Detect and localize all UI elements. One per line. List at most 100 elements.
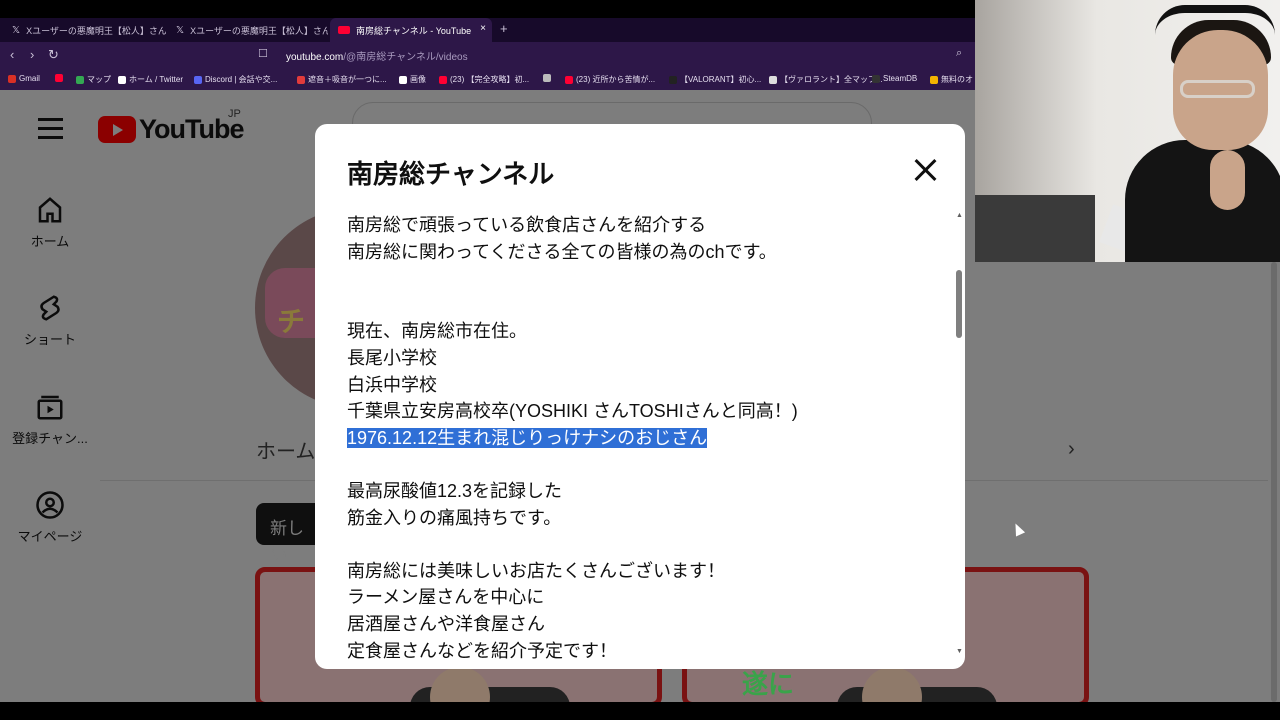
page-scrollbar[interactable] xyxy=(1268,262,1280,702)
close-tab-icon[interactable]: × xyxy=(480,23,486,34)
description-line xyxy=(347,531,927,558)
bookmark-item[interactable] xyxy=(543,74,554,82)
scroll-down-icon[interactable]: ▼ xyxy=(956,648,963,655)
subscriptions-icon xyxy=(37,395,63,420)
bookmark-favicon-icon xyxy=(8,74,16,83)
thumb-face xyxy=(430,667,490,702)
bookmark-item[interactable]: (23) 近所から苦情が... xyxy=(565,74,655,85)
bookmark-label: Gmail xyxy=(19,74,40,83)
sidebar-item-label: ショート xyxy=(23,332,76,347)
bookmark-favicon-icon xyxy=(55,74,63,82)
tab-label: Xユーザーの悪魔明王【松人】さん「https xyxy=(190,25,328,36)
dialog-scrollbar[interactable]: ▲ ▼ xyxy=(955,212,963,657)
description-line: 南房総には美味しいお店たくさんございます！ xyxy=(347,558,927,585)
bookmarks-bar: Gmail マップ ホーム / Twitter Discord | 会話や交... 遮音… xyxy=(0,70,975,90)
url-host: youtube.com xyxy=(286,52,344,63)
close-icon[interactable] xyxy=(909,154,941,186)
bookmark-favicon-icon xyxy=(669,75,677,84)
bookmark-item[interactable]: 無料のオ xyxy=(930,74,973,85)
description-line xyxy=(347,265,927,292)
reload-icon[interactable]: ↻ xyxy=(48,47,59,63)
bookmark-item[interactable]: SteamDB xyxy=(872,74,917,83)
bookmark-favicon-icon xyxy=(194,75,202,84)
scroll-thumb[interactable] xyxy=(956,270,962,338)
x-icon: 𝕏 xyxy=(12,24,21,36)
description-line: 定食屋さんなどを紹介予定です！ xyxy=(347,638,927,663)
description-text: 長尾小学校 xyxy=(347,347,437,368)
bookmark-item[interactable]: 【ヴァロラント】全マップ... xyxy=(769,74,883,85)
shorts-icon xyxy=(40,295,60,321)
home-icon xyxy=(38,197,62,223)
browser-tab-active[interactable]: 南房総チャンネル - YouTube × xyxy=(330,18,492,42)
sidebar-item-shorts[interactable]: ショート xyxy=(0,293,100,349)
sidebar-item-home[interactable]: ホーム xyxy=(0,195,100,251)
description-line: 長尾小学校 xyxy=(347,345,927,372)
address-bar[interactable]: youtube.com/@南房総チャンネル/videos xyxy=(286,48,468,63)
new-tab-button[interactable]: + xyxy=(500,21,508,36)
bookmark-label: ホーム / Twitter xyxy=(129,75,183,84)
sidebar-item-label: マイページ xyxy=(17,529,83,544)
chip-label: 新しい xyxy=(270,519,304,563)
description-text: 南房総に関わってくださる全ての皆様の為のchです。 xyxy=(347,241,777,262)
browser-tab[interactable]: 𝕏 Xユーザーの悪魔明王【松人】さん「https xyxy=(168,18,328,42)
scroll-up-icon[interactable]: ▲ xyxy=(956,212,963,219)
browser-tab[interactable]: 𝕏 Xユーザーの悪魔明王【松人】さん「https xyxy=(4,18,166,42)
browser-toolbar: ‹ › ↻ ☐ youtube.com/@南房総チャンネル/videos ⌕ xyxy=(0,42,975,70)
you-icon xyxy=(36,491,64,519)
glasses xyxy=(1180,80,1255,98)
sidebar-item-you[interactable]: マイページ xyxy=(0,490,100,546)
forward-icon[interactable]: › xyxy=(30,47,34,62)
bookmark-favicon-icon xyxy=(543,74,551,82)
bookmark-label: 画像 xyxy=(410,75,426,84)
youtube-play-icon xyxy=(98,116,136,143)
bookmark-favicon-icon xyxy=(565,75,573,84)
bookmark-label: 遮音＋吸音が一つに... xyxy=(308,75,387,84)
description-text: 南房総には美味しいお店たくさんございます！ xyxy=(347,560,725,581)
bookmark-item[interactable]: (23) 【完全攻略】初... xyxy=(439,74,529,85)
tab-home[interactable]: ホーム xyxy=(256,435,315,464)
bookmark-label: 【ヴァロラント】全マップ... xyxy=(780,75,883,84)
about-dialog: 南房総チャンネル 南房総で頑張っている飲食店さんを紹介する 南房総に関わってくださ… xyxy=(315,124,965,669)
thumb-text: 遂に xyxy=(742,669,795,699)
description-text: 定食屋さんなどを紹介予定です！ xyxy=(347,640,617,661)
thumb-face xyxy=(862,667,922,702)
description-text: 1976.12.12生まれ混じりっけナシのおじさん xyxy=(347,427,708,448)
sidebar-item-label: ホーム xyxy=(30,234,70,249)
menu-icon[interactable] xyxy=(38,118,63,145)
description-line: 南房総で頑張っている飲食店さんを紹介する xyxy=(347,212,927,239)
region-label: JP xyxy=(228,108,241,120)
bookmark-item[interactable]: ホーム / Twitter xyxy=(118,74,183,85)
sidebar-item-subscriptions[interactable]: 登録チャン... xyxy=(0,392,100,448)
bookmark-item[interactable]: Gmail xyxy=(8,74,40,83)
back-icon[interactable]: ‹ xyxy=(10,47,14,62)
description-text: ラーメン屋さんを中心に xyxy=(347,587,545,608)
bookmark-favicon-icon xyxy=(769,75,777,84)
description-text: 筋金入りの痛風持ちです。 xyxy=(347,507,562,528)
bookmark-item[interactable]: 【VALORANT】初心... xyxy=(669,74,761,85)
description-line: 白浜中学校 xyxy=(347,372,927,399)
bookmark-item[interactable]: Discord | 会話や交... xyxy=(194,74,277,85)
bookmark-item[interactable]: 画像 xyxy=(399,74,426,85)
screen: { "browser": { "tabs": [ {"label": "Xユーザ… xyxy=(0,0,1280,720)
webcam-overlay xyxy=(975,0,1280,262)
mouse-cursor xyxy=(1010,521,1026,537)
bookmark-label: (23) 近所から苦情が... xyxy=(576,75,656,84)
browser-tab-strip: 𝕏 Xユーザーの悪魔明王【松人】さん「https 𝕏 Xユーザーの悪魔明王【松人… xyxy=(0,18,975,42)
description-text: 最高尿酸値12.3を記録した xyxy=(347,480,563,501)
description-text: 千葉県立安房高校卒(YOSHIKI さんTOSHIさんと同高！) xyxy=(347,401,798,422)
youtube-logo[interactable]: YouTube xyxy=(98,114,244,145)
description-text: 現在、南房総市在住。 xyxy=(347,321,527,342)
bottom-border xyxy=(0,702,1280,720)
bookmark-label: マップ xyxy=(87,75,111,84)
bookmark-favicon-icon xyxy=(118,75,126,84)
description-line xyxy=(347,451,927,478)
zoom-icon[interactable]: ⌕ xyxy=(956,47,962,60)
bookmark-item[interactable]: 遮音＋吸音が一つに... xyxy=(297,74,387,85)
description-line: 1976.12.12生まれ混じりっけナシのおじさん xyxy=(347,425,927,452)
chevron-right-icon[interactable]: › xyxy=(1068,438,1075,461)
bookmark-icon[interactable]: ☐ xyxy=(258,47,268,60)
bookmark-favicon-icon xyxy=(872,74,880,83)
tab-label: 南房総チャンネル - YouTube xyxy=(356,25,472,36)
bookmark-item[interactable]: マップ xyxy=(76,74,111,85)
bookmark-item[interactable] xyxy=(55,74,66,82)
